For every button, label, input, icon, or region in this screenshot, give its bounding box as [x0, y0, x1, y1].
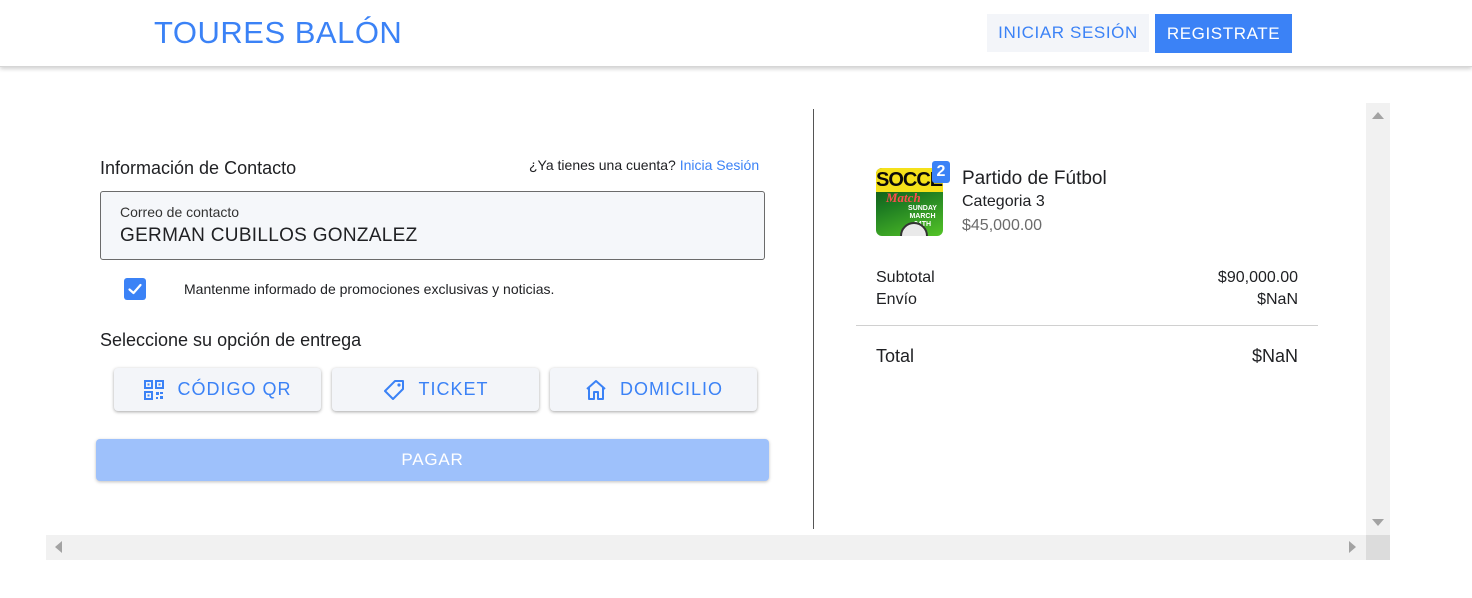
- quantity-badge: 2: [932, 161, 950, 183]
- brand-logo[interactable]: TOURES BALÓN: [154, 15, 402, 51]
- pay-button[interactable]: PAGAR: [96, 439, 769, 481]
- shipping-value: $NaN: [1257, 291, 1298, 308]
- login-link[interactable]: Inicia Sesión: [680, 157, 759, 173]
- vertical-scrollbar[interactable]: [1366, 103, 1390, 535]
- top-app-bar: TOURES BALÓN INICIAR SESIÓN REGISTRATE: [0, 0, 1472, 67]
- column-divider: [813, 109, 814, 529]
- home-icon: [586, 379, 606, 400]
- checkmark-icon: [128, 283, 142, 295]
- shipping-label: Envío: [876, 291, 917, 308]
- summary-divider: [856, 325, 1318, 326]
- delivery-option-title: Seleccione su opción de entrega: [100, 330, 362, 350]
- horizontal-scrollbar[interactable]: [46, 535, 1366, 560]
- product-unit-price: $45,000.00: [962, 217, 1043, 234]
- scrollbar-corner: [1366, 535, 1390, 560]
- delivery-option-label: DOMICILIO: [619, 379, 723, 399]
- subtotal-value: $90,000.00: [1217, 269, 1298, 286]
- newsletter-label: Mantenme informado de promociones exclus…: [184, 281, 555, 297]
- login-button[interactable]: INICIAR SESIÓN: [987, 14, 1149, 52]
- scroll-left-arrow-icon[interactable]: [55, 541, 62, 553]
- contact-info-title: Información de Contacto: [100, 158, 297, 178]
- delivery-option-label: TICKET: [418, 379, 489, 399]
- scroll-down-arrow-icon[interactable]: [1372, 519, 1384, 526]
- newsletter-checkbox[interactable]: [124, 278, 146, 300]
- total-label: Total: [876, 346, 915, 366]
- scroll-up-arrow-icon[interactable]: [1372, 112, 1384, 119]
- delivery-option-qr-button[interactable]: CÓDIGO QR: [114, 368, 321, 411]
- total-value: $NaN: [1251, 346, 1298, 366]
- qr-code-icon: [144, 379, 165, 400]
- register-button[interactable]: REGISTRATE: [1155, 14, 1292, 53]
- product-category: Categoria 3: [962, 193, 1045, 210]
- contact-email-field[interactable]: Correo de contacto: [100, 191, 765, 260]
- delivery-option-home-button[interactable]: DOMICILIO: [550, 368, 757, 411]
- product-name: Partido de Fútbol: [962, 168, 1107, 189]
- scroll-right-arrow-icon[interactable]: [1349, 541, 1356, 553]
- delivery-option-label: CÓDIGO QR: [177, 379, 292, 399]
- subtotal-label: Subtotal: [876, 269, 935, 286]
- have-account-text: ¿Ya tienes una cuenta?: [529, 157, 676, 173]
- ticket-tag-icon: [384, 379, 405, 400]
- email-input[interactable]: [120, 225, 740, 247]
- thumbnail-subtitle: Match: [886, 190, 921, 205]
- email-field-label: Correo de contacto: [120, 204, 240, 220]
- have-account-prompt: ¿Ya tienes una cuenta? Inicia Sesión: [529, 157, 759, 173]
- delivery-option-ticket-button[interactable]: TICKET: [332, 368, 539, 411]
